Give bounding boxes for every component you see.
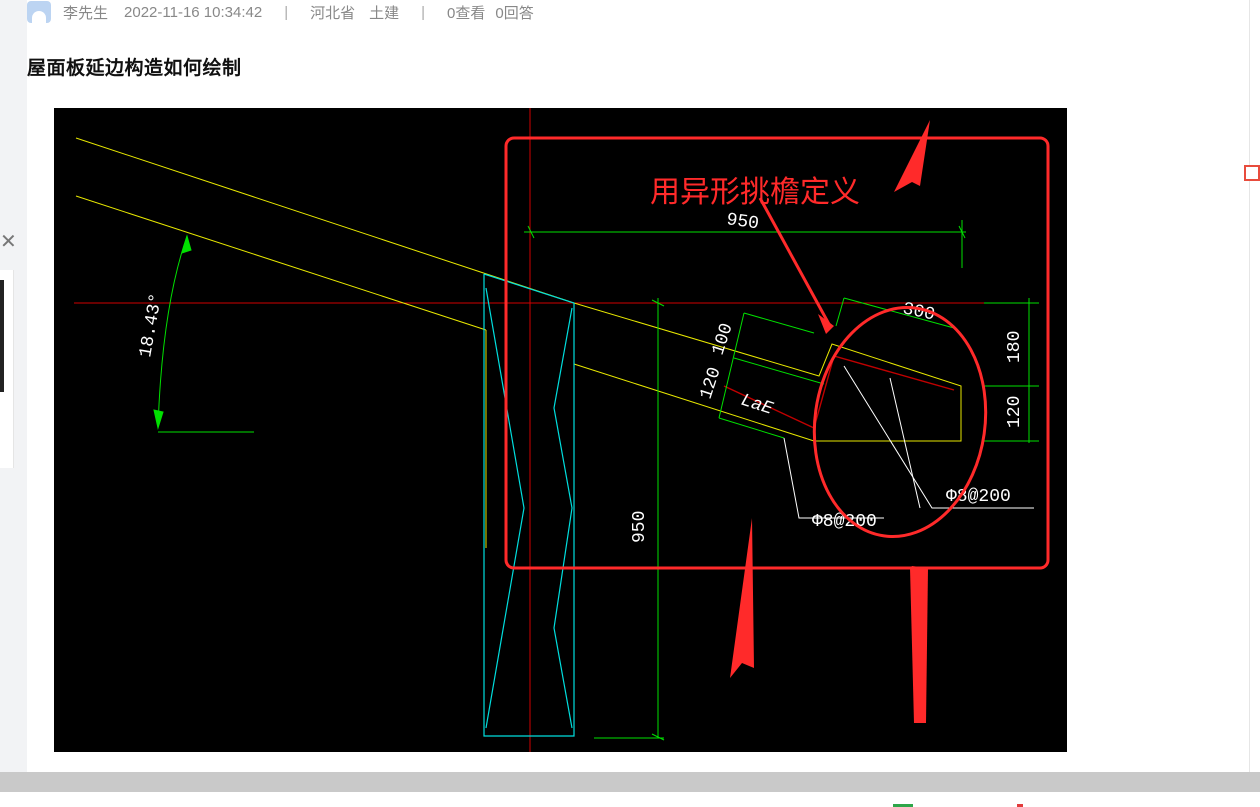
annotation-text: 用异形挑檐定义 xyxy=(650,175,860,210)
major: 土建 xyxy=(369,4,400,22)
cad-drawing: 18.43° 950 950 300 180 120 100 120 LaE Φ… xyxy=(74,108,1050,752)
question-title: 屋面板延边构造如何绘制 xyxy=(27,58,242,79)
rebar-line xyxy=(723,355,955,429)
red-arrow-top xyxy=(894,120,930,192)
angle-arc xyxy=(157,235,188,429)
red-arrow-bottom-right xyxy=(910,566,928,723)
region: 河北省 xyxy=(310,4,356,22)
question-meta: 李先生 2022-11-16 10:34:42 | 河北省 土建 | 0查看 0… xyxy=(27,0,534,24)
dim-label-120-left: 120 xyxy=(697,365,726,402)
right-float-marker[interactable] xyxy=(1244,165,1260,181)
dim-label-120-right: 120 xyxy=(1005,396,1025,428)
red-arrow-bottom-left xyxy=(730,518,754,678)
bottom-toolbar xyxy=(0,792,1260,807)
answer-count: 0回答 xyxy=(495,4,534,22)
view-count: 0查看 xyxy=(447,4,486,22)
side-panel[interactable] xyxy=(0,270,14,468)
eave-outline xyxy=(573,302,962,442)
page-divider xyxy=(0,772,1260,792)
meta-separator: | xyxy=(421,3,426,21)
column-break-line xyxy=(553,307,573,729)
leader-line xyxy=(783,437,884,519)
lae-label: LaE xyxy=(738,391,775,420)
side-panel-handle[interactable] xyxy=(0,280,4,392)
angle-label: 18.43° xyxy=(136,292,167,359)
dim-label-950-top: 950 xyxy=(725,210,760,234)
roof-slab-bottom-line xyxy=(75,195,487,331)
meta-separator: | xyxy=(284,3,289,21)
close-icon[interactable]: ✕ xyxy=(0,232,17,252)
cad-drawing-image[interactable]: 18.43° 950 950 300 180 120 100 120 LaE Φ… xyxy=(54,108,1067,752)
dim-label-100: 100 xyxy=(709,321,738,358)
post-datetime: 2022-11-16 10:34:42 xyxy=(124,3,263,21)
user-avatar-icon[interactable] xyxy=(27,1,51,23)
right-scroll-area[interactable] xyxy=(1249,0,1260,772)
annotation-arrow xyxy=(758,197,832,327)
author-name[interactable]: 李先生 xyxy=(63,2,108,23)
dim-label-180: 180 xyxy=(1005,331,1025,363)
dim-label-950-vertical: 950 xyxy=(630,511,650,543)
